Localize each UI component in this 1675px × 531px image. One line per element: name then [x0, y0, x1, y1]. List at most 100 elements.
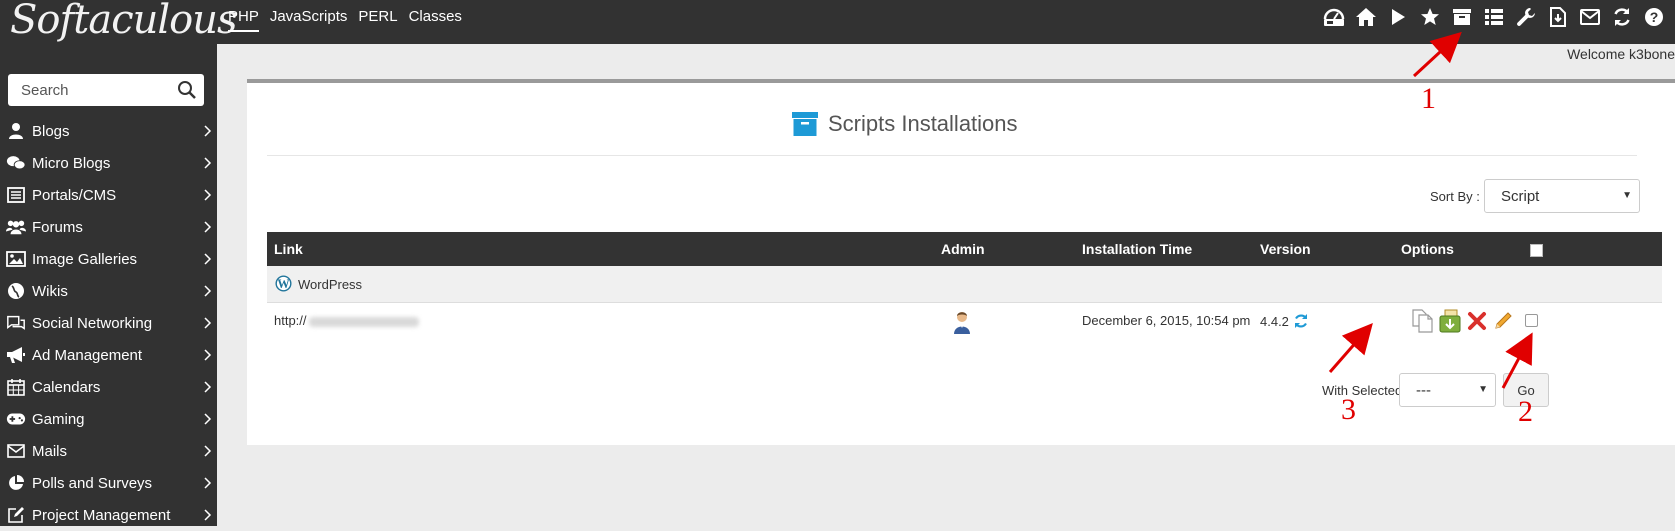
sidebar-item-label: Mails	[32, 442, 68, 460]
table-row: http:// December 6, 2015, 10:54 pm 4.4.2	[267, 303, 1662, 353]
version-number: 4.4.2	[1260, 313, 1289, 329]
sidebar-item-mails[interactable]: Mails	[0, 435, 217, 467]
sort-by-value: Script	[1501, 188, 1540, 205]
with-selected-select[interactable]: --- ▼	[1399, 373, 1496, 407]
globe-icon	[6, 281, 26, 301]
chevron-down-icon: ▼	[1622, 190, 1632, 201]
divider	[267, 155, 1637, 156]
search-box	[8, 74, 204, 106]
tab-classes[interactable]: Classes	[409, 0, 462, 30]
chat-icon	[6, 153, 26, 173]
chevron-right-icon	[204, 189, 212, 201]
sidebar-item-forums[interactable]: Forums	[0, 211, 217, 243]
tab-javascripts[interactable]: JavaScripts	[270, 0, 348, 30]
chevron-right-icon	[204, 285, 212, 297]
softaculous-logo[interactable]: Softaculous	[10, 0, 238, 44]
remove-icon[interactable]	[1467, 311, 1487, 331]
select-all-checkbox[interactable]	[1530, 244, 1543, 257]
version-cell: 4.4.2	[1260, 313, 1309, 329]
sidebar-item-image-galleries[interactable]: Image Galleries	[0, 243, 217, 275]
with-selected-label: With Selected:	[1322, 383, 1406, 398]
user-icon	[6, 121, 26, 141]
refresh-icon[interactable]	[1611, 6, 1633, 28]
row-checkbox[interactable]	[1525, 314, 1538, 327]
group-name: WordPress	[298, 277, 363, 292]
chevron-right-icon	[204, 477, 212, 489]
wordpress-icon: W	[275, 275, 292, 292]
sidebar-item-label: Polls and Surveys	[32, 474, 153, 492]
play-icon[interactable]	[1387, 6, 1409, 28]
blurred-domain	[308, 316, 419, 327]
dashboard-icon[interactable]	[1323, 6, 1345, 28]
sort-by-select[interactable]: Script ▼	[1484, 179, 1640, 213]
column-link: Link	[274, 241, 303, 257]
group-row: W WordPress	[267, 266, 1662, 303]
language-tabs: PHP JavaScripts PERL Classes	[228, 0, 473, 44]
help-icon[interactable]: ?	[1643, 6, 1665, 28]
sidebar-item-portals-cms[interactable]: Portals/CMS	[0, 179, 217, 211]
installation-time: December 6, 2015, 10:54 pm	[1082, 313, 1251, 328]
star-icon[interactable]	[1419, 6, 1441, 28]
sidebar-item-calendars[interactable]: Calendars	[0, 371, 217, 403]
installations-panel: Scripts Installations Sort By : Script ▼…	[247, 79, 1675, 445]
sidebar-item-gaming[interactable]: Gaming	[0, 403, 217, 435]
calendar-icon	[6, 377, 26, 397]
pie-chart-icon	[6, 473, 26, 493]
chevron-right-icon	[204, 125, 212, 137]
edit-pencil-icon[interactable]	[1493, 311, 1513, 331]
sidebar-item-label: Social Networking	[32, 314, 153, 332]
gamepad-icon	[6, 409, 26, 429]
clone-icon[interactable]	[1412, 309, 1434, 333]
top-toolbar: ?	[1323, 6, 1665, 28]
chevron-right-icon	[204, 381, 212, 393]
with-selected-value: ---	[1416, 382, 1431, 399]
table-header: Link Admin Installation Time Version Opt…	[267, 232, 1662, 266]
upgrade-refresh-icon[interactable]	[1293, 313, 1309, 329]
mail-icon[interactable]	[1579, 6, 1601, 28]
column-options: Options	[1401, 241, 1454, 257]
tab-php[interactable]: PHP	[228, 0, 259, 32]
page-title: Scripts Installations	[792, 111, 1018, 137]
column-installation-time: Installation Time	[1082, 241, 1193, 257]
chevron-right-icon	[204, 445, 212, 457]
annotation-1: 1	[1421, 82, 1436, 115]
wrench-icon[interactable]	[1515, 6, 1537, 28]
sidebar-item-label: Blogs	[32, 122, 70, 140]
top-bar: Softaculous PHP JavaScripts PERL Classes	[0, 0, 1675, 44]
file-download-icon[interactable]	[1547, 6, 1569, 28]
home-icon[interactable]	[1355, 6, 1377, 28]
search-icon[interactable]	[177, 80, 197, 100]
chevron-down-icon: ▼	[1478, 384, 1488, 395]
sidebar-item-polls-and-surveys[interactable]: Polls and Surveys	[0, 467, 217, 499]
chevron-right-icon	[204, 157, 212, 169]
sidebar-item-social-networking[interactable]: Social Networking	[0, 307, 217, 339]
sidebar-item-label: Micro Blogs	[32, 154, 111, 172]
category-list: Blogs Micro Blogs Portals/CMS Forums Ima…	[0, 115, 217, 531]
link-prefix: http://	[274, 313, 307, 328]
sidebar-item-label: Ad Management	[32, 346, 143, 364]
arrow-1	[1412, 31, 1462, 78]
tab-perl[interactable]: PERL	[358, 0, 397, 30]
sidebar-item-blogs[interactable]: Blogs	[0, 115, 217, 147]
envelope-icon	[6, 441, 26, 461]
installation-link[interactable]: http://	[274, 313, 419, 328]
list-box-icon	[6, 185, 26, 205]
image-icon	[6, 249, 26, 269]
sidebar-item-label: Image Galleries	[32, 250, 138, 268]
svg-text:?: ?	[1650, 9, 1659, 25]
list-icon[interactable]	[1483, 6, 1505, 28]
search-input[interactable]	[8, 74, 183, 106]
installations-box-icon[interactable]	[1451, 6, 1473, 28]
sidebar-item-ad-management[interactable]: Ad Management	[0, 339, 217, 371]
chevron-right-icon	[204, 221, 212, 233]
sidebar-item-label: Calendars	[32, 378, 101, 396]
sidebar-item-project-management[interactable]: Project Management	[0, 499, 217, 531]
sidebar-item-wikis[interactable]: Wikis	[0, 275, 217, 307]
admin-user-icon[interactable]	[953, 311, 971, 335]
annotation-2: 2	[1518, 395, 1533, 428]
comments-icon	[6, 313, 26, 333]
sort-by-label: Sort By :	[1430, 189, 1480, 204]
sidebar-item-micro-blogs[interactable]: Micro Blogs	[0, 147, 217, 179]
backup-icon[interactable]	[1439, 309, 1461, 333]
bullhorn-icon	[6, 345, 26, 365]
